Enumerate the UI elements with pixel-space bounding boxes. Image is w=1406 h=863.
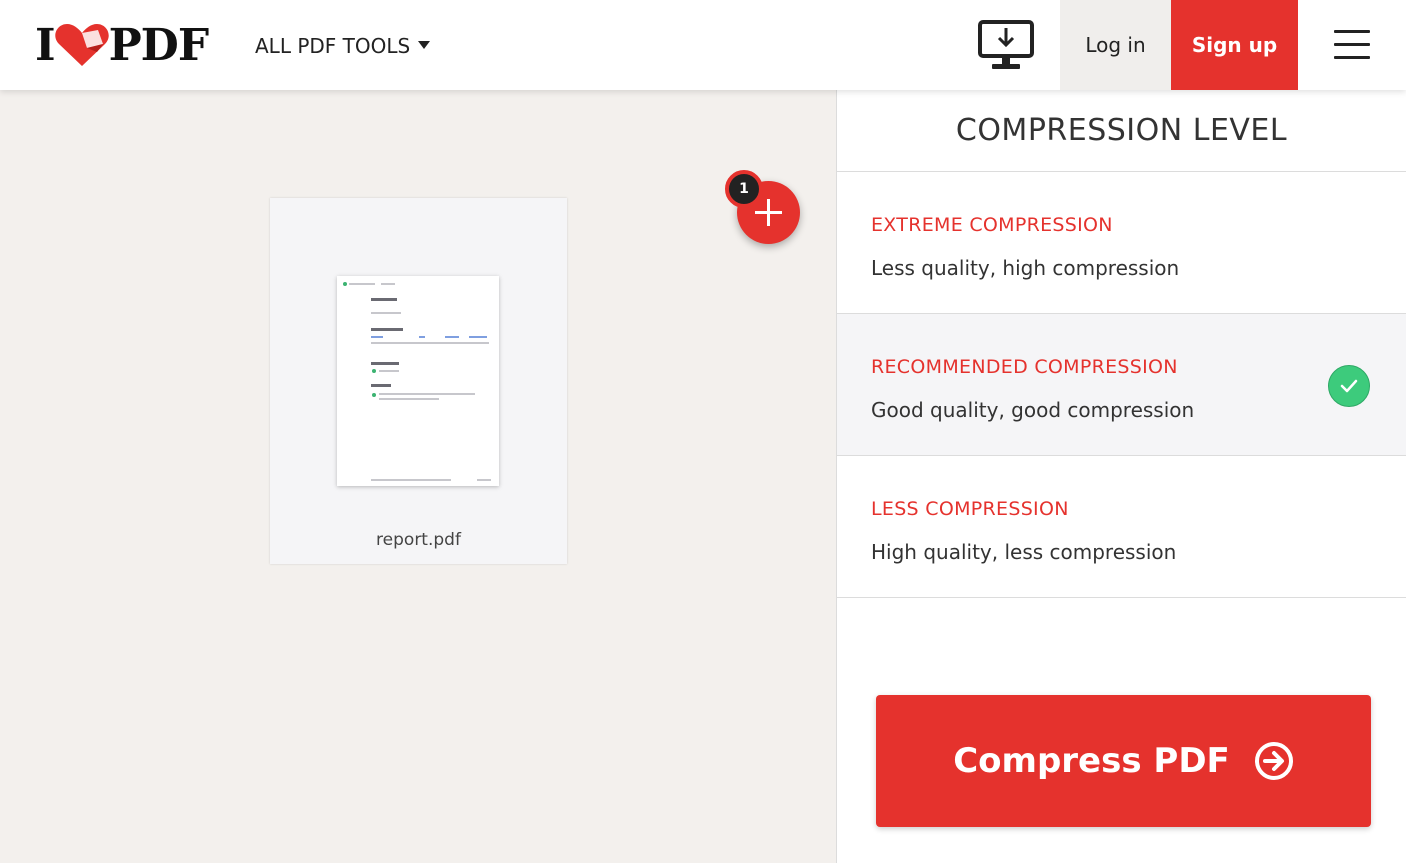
file-name: report.pdf	[376, 530, 461, 550]
file-count-badge: 1	[725, 170, 763, 208]
compress-pdf-button[interactable]: Compress PDF	[876, 695, 1371, 827]
file-workspace: report.pdf 1	[0, 90, 836, 863]
login-button[interactable]: Log in	[1060, 0, 1171, 90]
pdf-page-thumbnail	[337, 276, 499, 486]
top-header: I PDF ALL PDF TOOLS Log in Sign up	[0, 0, 1406, 90]
thumb-mark	[343, 282, 347, 286]
thumb-line	[371, 328, 403, 331]
pdf-file-card[interactable]: report.pdf	[270, 198, 567, 564]
thumb-mark	[372, 393, 376, 397]
plus-icon	[767, 199, 770, 226]
hamburger-line	[1334, 30, 1370, 33]
thumb-line	[469, 336, 487, 338]
all-pdf-tools-label: ALL PDF TOOLS	[255, 34, 411, 58]
thumb-line	[371, 342, 489, 344]
ilovepdf-logo[interactable]: I PDF	[35, 19, 209, 71]
thumb-line	[379, 393, 475, 395]
compression-level-title: COMPRESSION LEVEL	[837, 90, 1406, 172]
thumb-line	[477, 479, 491, 481]
thumb-line	[349, 283, 375, 285]
check-icon	[1328, 365, 1370, 407]
option-title: EXTREME COMPRESSION	[871, 214, 1113, 236]
thumb-line	[371, 362, 399, 365]
hamburger-line	[1334, 56, 1370, 59]
arrow-right-circle-icon	[1254, 742, 1293, 780]
compression-sidebar: COMPRESSION LEVEL EXTREME COMPRESSION Le…	[836, 90, 1406, 863]
option-recommended-compression[interactable]: RECOMMENDED COMPRESSION Good quality, go…	[837, 314, 1406, 456]
compress-pdf-label: Compress PDF	[953, 741, 1230, 781]
thumb-line	[371, 479, 451, 481]
signup-button[interactable]: Sign up	[1171, 0, 1298, 90]
option-title: RECOMMENDED COMPRESSION	[871, 356, 1178, 378]
option-description: High quality, less compression	[871, 540, 1177, 564]
option-title: LESS COMPRESSION	[871, 498, 1069, 520]
option-description: Good quality, good compression	[871, 398, 1195, 422]
option-description: Less quality, high compression	[871, 256, 1180, 280]
thumb-mark	[372, 369, 376, 373]
thumb-line	[371, 298, 397, 301]
thumb-line	[371, 336, 383, 338]
caret-down-icon	[418, 41, 431, 49]
thumb-line	[445, 336, 459, 338]
all-pdf-tools-menu[interactable]: ALL PDF TOOLS	[255, 34, 431, 58]
check-mark	[1340, 379, 1358, 393]
heart-logo-icon	[54, 24, 109, 66]
desktop-download-icon[interactable]	[978, 20, 1034, 70]
hamburger-icon[interactable]	[1334, 30, 1370, 60]
hamburger-line	[1334, 43, 1370, 46]
thumb-line	[379, 398, 439, 400]
thumb-line	[371, 312, 401, 314]
thumb-line	[379, 370, 399, 372]
option-extreme-compression[interactable]: EXTREME COMPRESSION Less quality, high c…	[837, 172, 1406, 314]
logo-letters-pdf: PDF	[108, 19, 209, 71]
thumb-line	[381, 283, 395, 285]
thumb-line	[419, 336, 425, 338]
thumb-line	[371, 384, 391, 387]
option-less-compression[interactable]: LESS COMPRESSION High quality, less comp…	[837, 456, 1406, 598]
